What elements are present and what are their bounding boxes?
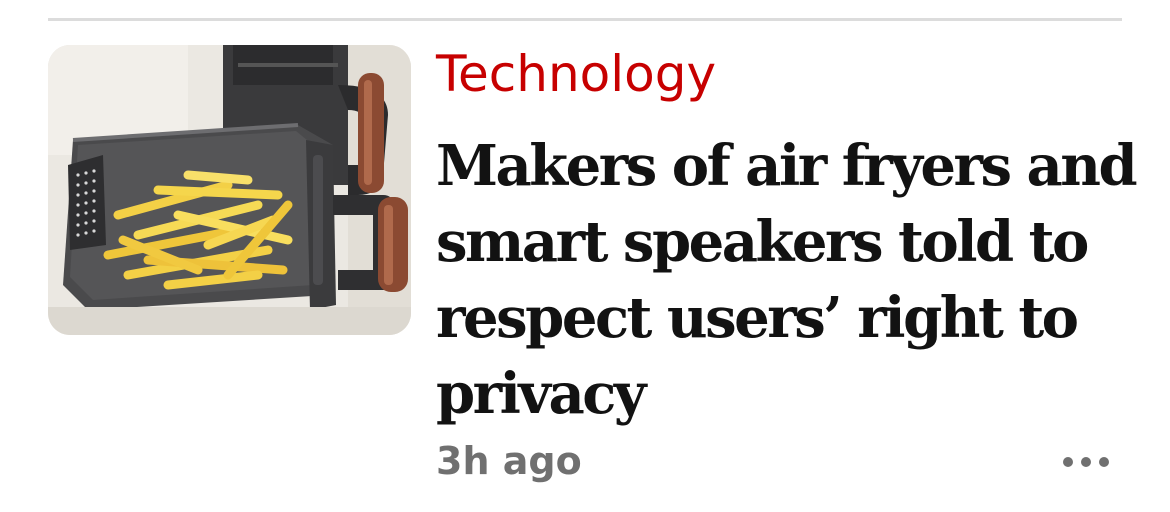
more-horizontal-icon: [1063, 457, 1109, 467]
article-card[interactable]: Technology Makers of air fryers and smar…: [0, 0, 1170, 512]
article-thumbnail[interactable]: [48, 45, 411, 335]
more-options-button[interactable]: [1050, 440, 1122, 484]
article-headline[interactable]: Makers of air fryers and smart speakers …: [436, 128, 1138, 432]
article-timestamp: 3h ago: [436, 439, 582, 483]
air-fryer-image: [48, 45, 411, 335]
section-kicker[interactable]: Technology: [436, 42, 716, 106]
divider: [48, 18, 1122, 21]
